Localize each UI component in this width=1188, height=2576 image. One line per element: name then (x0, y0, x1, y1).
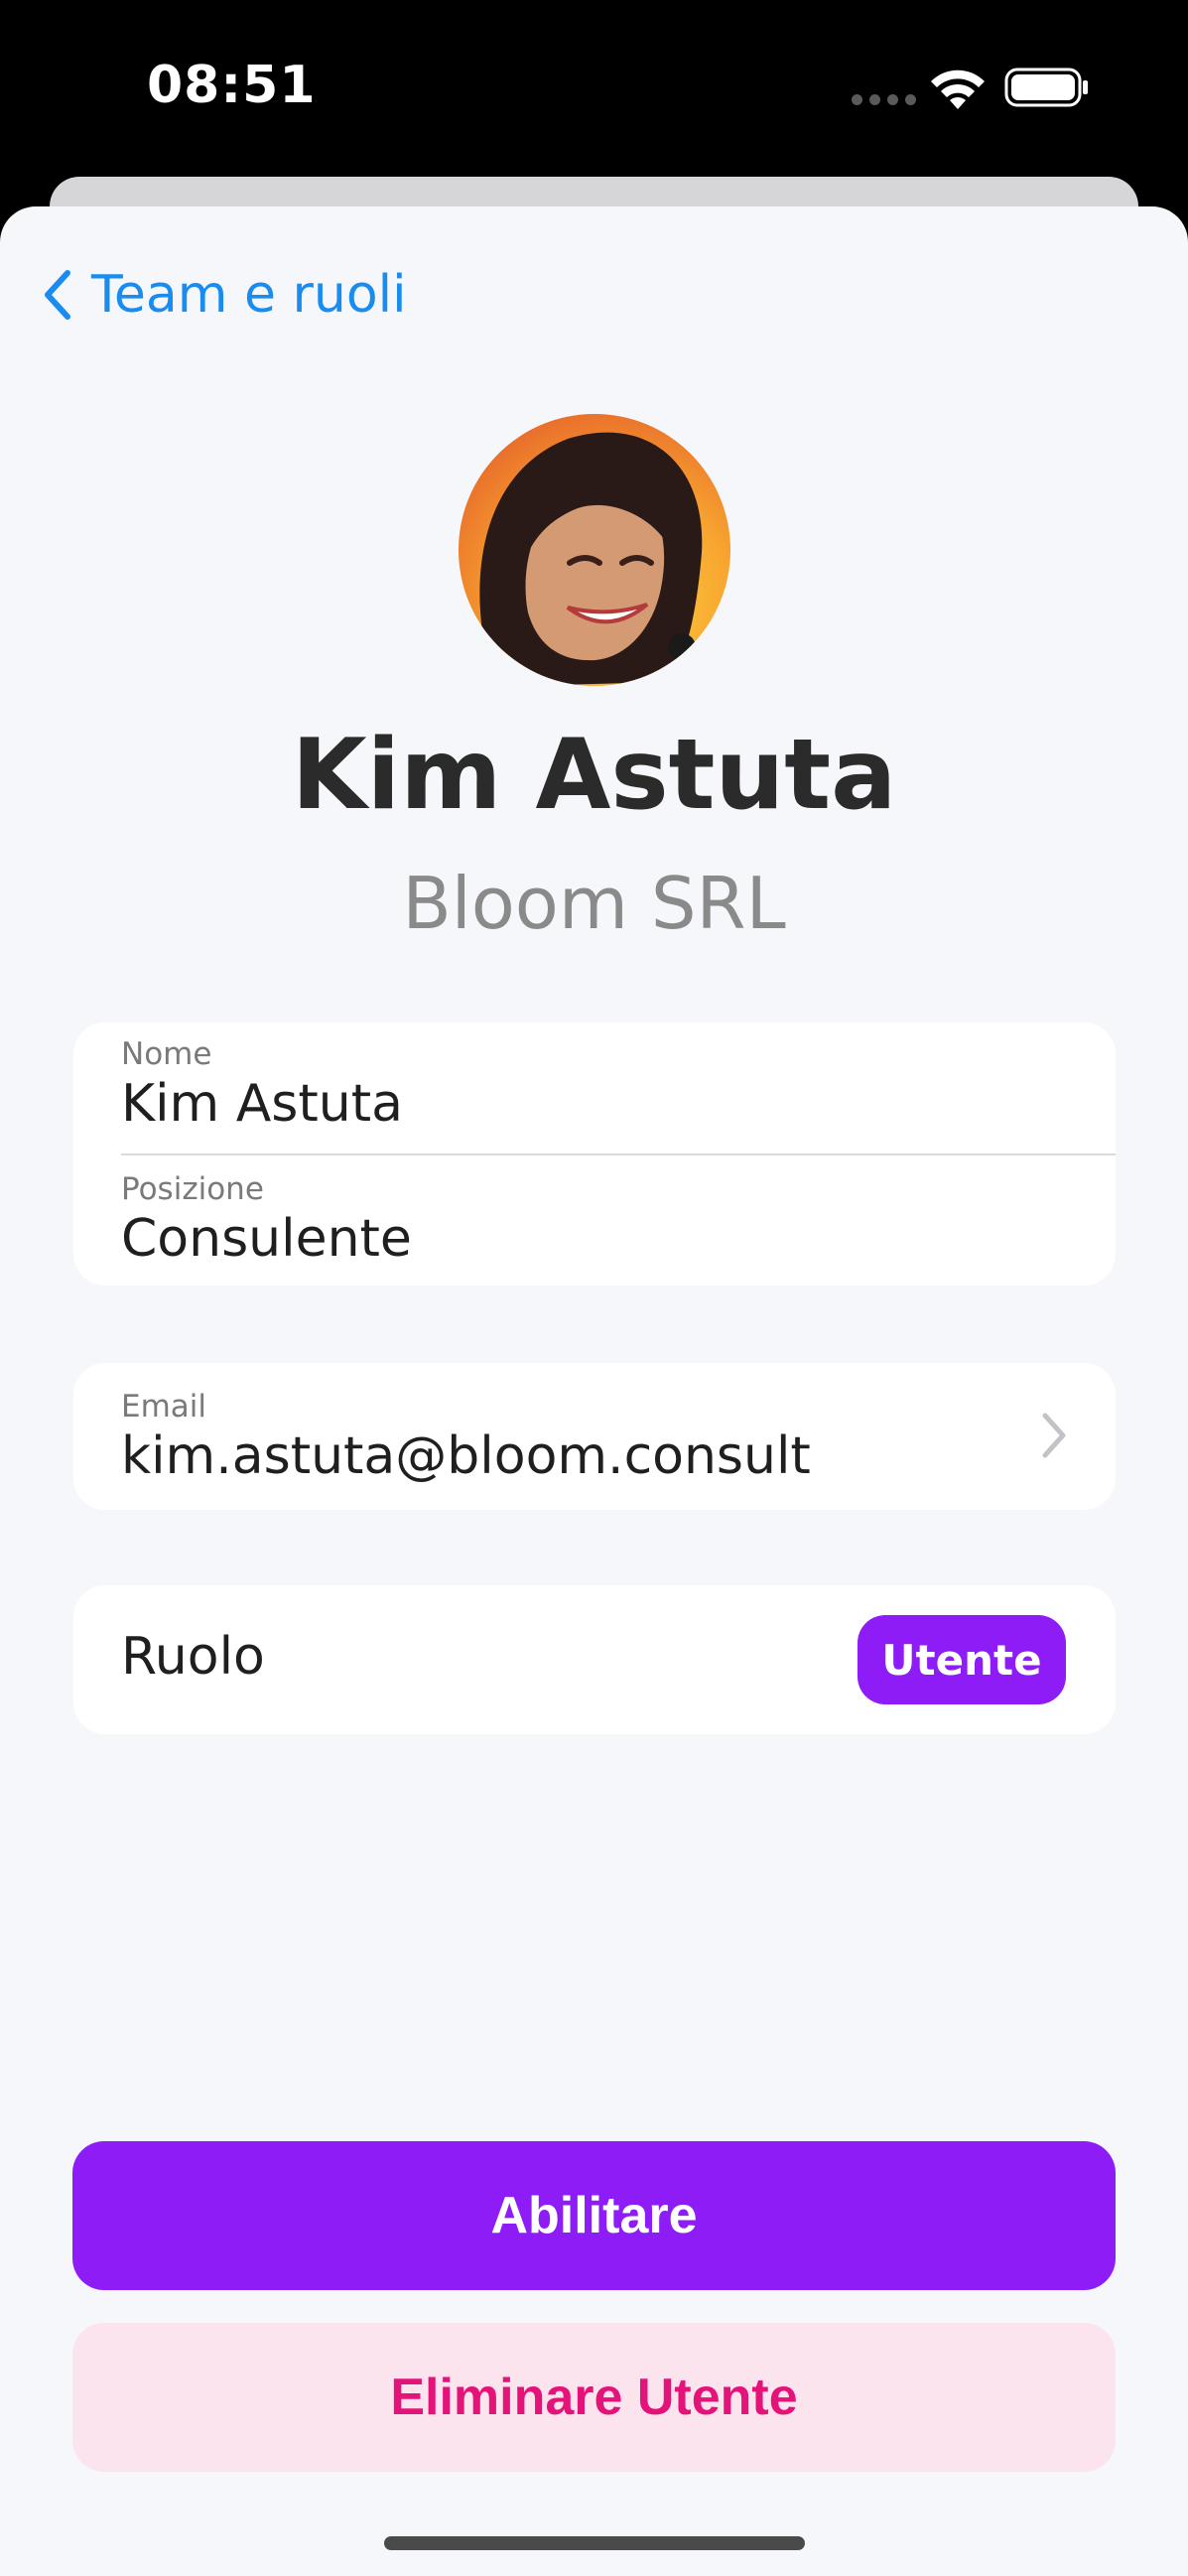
chevron-left-icon (45, 270, 70, 320)
name-value: Kim Astuta (121, 1074, 403, 1134)
info-card: Nome Kim Astuta Posizione Consulente (73, 1022, 1116, 1286)
email-field: Email kim.astuta@bloom.consult (121, 1389, 996, 1486)
role-row: Ruolo Utente (73, 1585, 1116, 1734)
email-label: Email (121, 1389, 207, 1424)
avatar (459, 414, 730, 686)
wifi-icon (931, 69, 985, 109)
delete-user-button[interactable]: Eliminare Utente (72, 2323, 1116, 2472)
back-label: Team e ruoli (91, 265, 407, 325)
position-value: Consulente (121, 1209, 412, 1269)
screen: 08:51 Team e ruoli Kim Astuta Bloom SRL … (0, 0, 1188, 2576)
role-label: Ruolo (121, 1627, 265, 1687)
status-time: 08:51 (147, 56, 317, 115)
email-row[interactable]: Email kim.astuta@bloom.consult (73, 1363, 1116, 1510)
chevron-right-icon (1042, 1413, 1066, 1458)
name-label: Nome (121, 1036, 212, 1072)
divider (121, 1153, 1116, 1155)
role-badge[interactable]: Utente (858, 1615, 1066, 1704)
home-indicator[interactable] (384, 2536, 805, 2550)
name-field[interactable]: Nome Kim Astuta (121, 1036, 1068, 1134)
status-bar: 08:51 (0, 0, 1188, 174)
email-value: kim.astuta@bloom.consult (121, 1426, 811, 1486)
back-button[interactable]: Team e ruoli (40, 260, 407, 330)
profile-name: Kim Astuta (291, 719, 897, 832)
battery-icon (1004, 68, 1088, 107)
position-field[interactable]: Posizione Consulente (121, 1171, 1068, 1269)
enable-button[interactable]: Abilitare (72, 2141, 1116, 2290)
profile-company: Bloom SRL (402, 862, 786, 945)
position-label: Posizione (121, 1171, 264, 1207)
cellular-signal-icon (852, 94, 916, 105)
